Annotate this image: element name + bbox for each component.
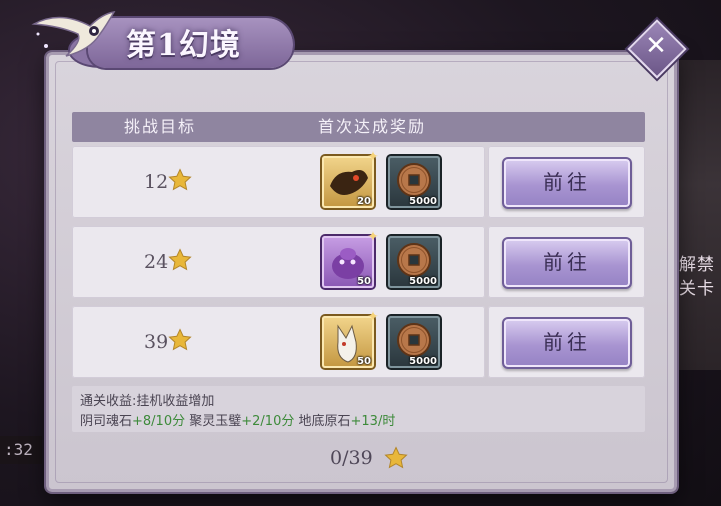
reward-item[interactable]: ✦ 50: [322, 310, 379, 368]
header-target: 挑战目标: [124, 117, 197, 136]
clear-bonus-info: 通关收益:挂机收益增加 阴司魂石+8/10分 聚灵玉璧+2/10分 地底原石+1…: [72, 386, 645, 432]
table-row: 39 ✦ 50 5000 前往: [72, 306, 645, 378]
star-icon: [384, 446, 408, 469]
background-time-text: :32: [0, 436, 42, 464]
row-info-cell: 24 ✦ 50 5000: [72, 226, 485, 298]
star-icon: [168, 168, 192, 191]
star-target: 12: [144, 171, 169, 193]
row-action-cell: 前往: [488, 146, 645, 218]
reward-quantity: 20: [357, 196, 371, 207]
reward-quantity: 5000: [409, 356, 437, 367]
close-icon[interactable]: ✕: [644, 31, 668, 61]
reward-quantity: 5000: [409, 196, 437, 207]
row-action-cell: 前往: [488, 226, 645, 298]
sparkle-icon: ✦: [367, 229, 379, 245]
row-info-cell: 39 ✦ 50 5000: [72, 306, 485, 378]
reward-quantity: 50: [357, 356, 371, 367]
bonus-title: 通关收益:挂机收益增加: [80, 394, 215, 409]
star-target: 39: [144, 331, 169, 353]
reward-quantity: 5000: [409, 276, 437, 287]
bird-emblem-icon: [31, 10, 116, 57]
star-progress: 0/39: [330, 447, 373, 469]
header-reward: 首次达成奖励: [318, 117, 427, 136]
sparkle-icon: ✦: [367, 309, 379, 325]
sparkle-icon: ✦: [367, 149, 379, 165]
reward-item[interactable]: 5000: [388, 236, 440, 288]
star-target: 24: [144, 251, 169, 273]
goto-button[interactable]: 前往: [502, 237, 632, 289]
background-text: 解禁: [679, 255, 715, 275]
table-header: 挑战目标 首次达成奖励: [72, 112, 645, 142]
reward-item[interactable]: ✦ 20: [322, 150, 379, 208]
page-title: 第1幻境: [126, 28, 241, 63]
goto-button[interactable]: 前往: [502, 317, 632, 369]
reward-item[interactable]: 5000: [388, 156, 440, 208]
reward-item[interactable]: 5000: [388, 316, 440, 368]
star-icon: [168, 328, 192, 351]
row-info-cell: 12 ✦ 20 5000: [72, 146, 485, 218]
star-icon: [168, 248, 192, 271]
reward-item[interactable]: ✦ 50: [322, 230, 379, 288]
title-banner: 第1幻境: [0, 0, 300, 78]
table-row: 12 ✦ 20 5000 前往: [72, 146, 645, 218]
bonus-stats: 阴司魂石+8/10分 聚灵玉璧+2/10分 地底原石+13/时: [80, 414, 396, 429]
row-action-cell: 前往: [488, 306, 645, 378]
goto-button[interactable]: 前往: [502, 157, 632, 209]
reward-quantity: 50: [357, 276, 371, 287]
table-row: 24 ✦ 50 5000 前往: [72, 226, 645, 298]
